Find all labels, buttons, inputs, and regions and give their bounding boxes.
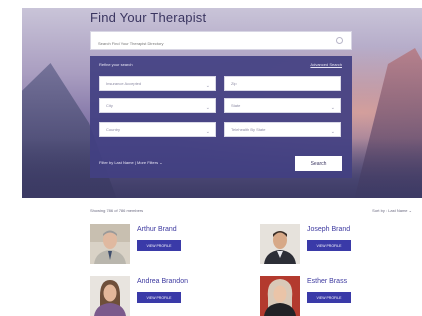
therapist-card: Arthur Brand VIEW PROFILE <box>90 224 250 264</box>
avatar[interactable] <box>260 276 300 316</box>
search-button[interactable]: Search <box>295 156 342 171</box>
view-profile-button[interactable]: VIEW PROFILE <box>137 240 181 251</box>
chevron-down-icon: ⌄ <box>205 105 210 111</box>
therapist-name-link[interactable]: Esther Brass <box>307 278 347 285</box>
chevron-down-icon: ⌄ <box>330 105 335 111</box>
chevron-down-icon: ⌄ <box>159 160 163 165</box>
state-select-value: State <box>231 103 241 108</box>
refine-search-panel: Refine your search Advanced Search Insur… <box>90 56 352 178</box>
directory-search-input[interactable] <box>91 35 333 52</box>
telehealth-state-select-value: Telehealth By State <box>231 127 266 132</box>
therapist-card: Esther Brass VIEW PROFILE <box>260 276 420 316</box>
directory-search-bar[interactable] <box>90 31 352 52</box>
chevron-down-icon: ⌄ <box>330 129 335 135</box>
sort-by-select[interactable]: Sort by : Last Name ⌄ <box>372 208 412 213</box>
insurance-select[interactable]: Insurance Accepted ⌄ <box>99 76 216 91</box>
therapist-card: Joseph Brand VIEW PROFILE <box>260 224 420 264</box>
avatar[interactable] <box>90 276 130 316</box>
zip-field[interactable]: Zip <box>224 76 341 91</box>
chevron-down-icon: ⌄ <box>408 208 412 213</box>
refine-search-label: Refine your search <box>99 62 133 67</box>
city-select-value: City <box>106 103 113 108</box>
filter-separator: | <box>134 160 136 165</box>
view-profile-button[interactable]: VIEW PROFILE <box>137 292 181 303</box>
therapist-name-link[interactable]: Joseph Brand <box>307 226 350 233</box>
advanced-search-link[interactable]: Advanced Search <box>310 62 342 67</box>
more-filters-link[interactable]: More Filters <box>137 160 158 165</box>
avatar[interactable] <box>260 224 300 264</box>
state-select[interactable]: State ⌄ <box>224 98 341 113</box>
zip-field-value: Zip <box>231 81 237 86</box>
therapist-name-link[interactable]: Andrea Brandon <box>137 278 188 285</box>
search-icon[interactable] <box>336 37 343 44</box>
page-title: Find Your Therapist <box>90 10 207 25</box>
country-select-value: Country <box>106 127 121 132</box>
chevron-down-icon: ⌄ <box>205 83 210 89</box>
therapist-card: Andrea Brandon VIEW PROFILE <box>90 276 250 316</box>
chevron-down-icon: ⌄ <box>205 129 210 135</box>
therapist-name-link[interactable]: Arthur Brand <box>137 226 177 233</box>
sort-by-label: Sort by : Last Name <box>372 208 408 213</box>
results-bar: Showing 786 of 786 members Sort by : Las… <box>90 208 412 216</box>
country-select[interactable]: Country ⌄ <box>99 122 216 137</box>
telehealth-state-select[interactable]: Telehealth By State ⌄ <box>224 122 341 137</box>
view-profile-button[interactable]: VIEW PROFILE <box>307 240 351 251</box>
results-count: Showing 786 of 786 members <box>90 208 144 213</box>
avatar[interactable] <box>90 224 130 264</box>
city-select[interactable]: City ⌄ <box>99 98 216 113</box>
filter-links: Filter by Last Name | More Filters ⌄ <box>99 160 163 165</box>
filter-by-last-name-link[interactable]: Filter by Last Name <box>99 160 134 165</box>
view-profile-button[interactable]: VIEW PROFILE <box>307 292 351 303</box>
insurance-select-value: Insurance Accepted <box>106 81 142 86</box>
